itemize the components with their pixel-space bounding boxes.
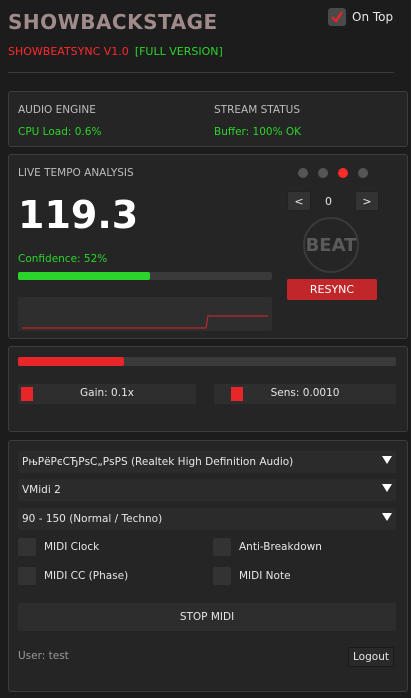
on-top-label: On Top xyxy=(352,10,394,24)
offset-increment-button[interactable]: > xyxy=(355,191,379,211)
bpm-range-select[interactable]: 90 - 150 (Normal / Techno) xyxy=(18,508,396,530)
anti-breakdown-label: Anti-Breakdown xyxy=(239,541,322,553)
checkbox-box[interactable] xyxy=(18,538,36,556)
offset-decrement-button[interactable]: < xyxy=(287,191,311,211)
bpm-readout: 119.3 xyxy=(18,193,139,237)
midi-cc-phase-checkbox[interactable]: MIDI CC (Phase) xyxy=(18,567,128,585)
stop-midi-button[interactable]: STOP MIDI xyxy=(18,603,396,631)
offset-value: 0 xyxy=(325,195,332,208)
sensitivity-label: Sens: 0.0010 xyxy=(270,387,340,399)
tempo-history-graph xyxy=(18,297,272,331)
gain-label: Gain: 0.1x xyxy=(80,387,134,399)
midi-clock-label: MIDI Clock xyxy=(44,541,100,553)
confidence-bar-fill xyxy=(18,272,151,280)
bpm-range-value: 90 - 150 (Normal / Techno) xyxy=(22,513,163,525)
midi-port-value: VMidi 2 xyxy=(22,484,61,496)
beat-button[interactable]: BEAT xyxy=(303,217,359,273)
midi-port-select[interactable]: VMidi 2 xyxy=(18,479,396,501)
on-top-checkbox[interactable] xyxy=(328,8,346,26)
confidence-bar xyxy=(18,272,272,280)
checkmark-icon xyxy=(331,11,343,23)
chevron-down-icon xyxy=(382,513,392,521)
user-label: User: test xyxy=(18,650,69,662)
buffer-text: Buffer: 100% OK xyxy=(214,126,302,138)
midi-note-label: MIDI Note xyxy=(239,570,291,582)
checkbox-box[interactable] xyxy=(213,538,231,556)
chevron-down-icon xyxy=(382,484,392,492)
version-line: SHOWBEATSYNC V1.0 [FULL VERSION] xyxy=(8,45,223,58)
beat-dot-1 xyxy=(298,168,308,178)
input-level-meter xyxy=(18,357,396,366)
midi-note-checkbox[interactable]: MIDI Note xyxy=(213,567,291,585)
beat-indicator-dots xyxy=(298,168,368,178)
edition-badge: [FULL VERSION] xyxy=(134,45,223,58)
confidence-text: Confidence: 52% xyxy=(18,253,108,265)
cpu-load-text: CPU Load: 0.6% xyxy=(18,126,102,138)
logout-button[interactable]: Logout xyxy=(348,647,394,667)
header-divider xyxy=(8,72,394,73)
tempo-section-label: LIVE TEMPO ANALYSIS xyxy=(18,167,134,179)
resync-button[interactable]: RESYNC xyxy=(287,279,377,300)
midi-clock-checkbox[interactable]: MIDI Clock xyxy=(18,538,99,556)
audio-engine-label: AUDIO ENGINE xyxy=(18,104,96,116)
checkbox-box[interactable] xyxy=(18,567,36,585)
audio-device-value: РњРёРєСЂРѕС„РѕРЅ (Realtek High Definitio… xyxy=(22,456,294,468)
anti-breakdown-checkbox[interactable]: Anti-Breakdown xyxy=(213,538,322,556)
on-top-toggle[interactable]: On Top xyxy=(328,8,393,26)
midi-cc-phase-label: MIDI CC (Phase) xyxy=(44,570,129,582)
version-text: SHOWBEATSYNC V1.0 xyxy=(8,45,129,58)
stream-status-label: STREAM STATUS xyxy=(214,104,300,116)
beat-dot-4 xyxy=(358,168,368,178)
audio-device-select[interactable]: РњРёРєСЂРѕС„РѕРЅ (Realtek High Definitio… xyxy=(18,451,396,473)
app-title: SHOWBACKSTAGE xyxy=(8,10,218,34)
checkbox-box[interactable] xyxy=(213,567,231,585)
sensitivity-slider[interactable]: Sens: 0.0010 xyxy=(214,384,396,404)
beat-dot-2 xyxy=(318,168,328,178)
beat-dot-3 xyxy=(338,168,348,178)
tempo-history-line xyxy=(22,315,268,329)
chevron-down-icon xyxy=(382,456,392,464)
input-level-fill xyxy=(18,357,124,366)
status-panel: AUDIO ENGINE CPU Load: 0.6% STREAM STATU… xyxy=(8,91,408,147)
gain-slider[interactable]: Gain: 0.1x xyxy=(18,384,196,404)
